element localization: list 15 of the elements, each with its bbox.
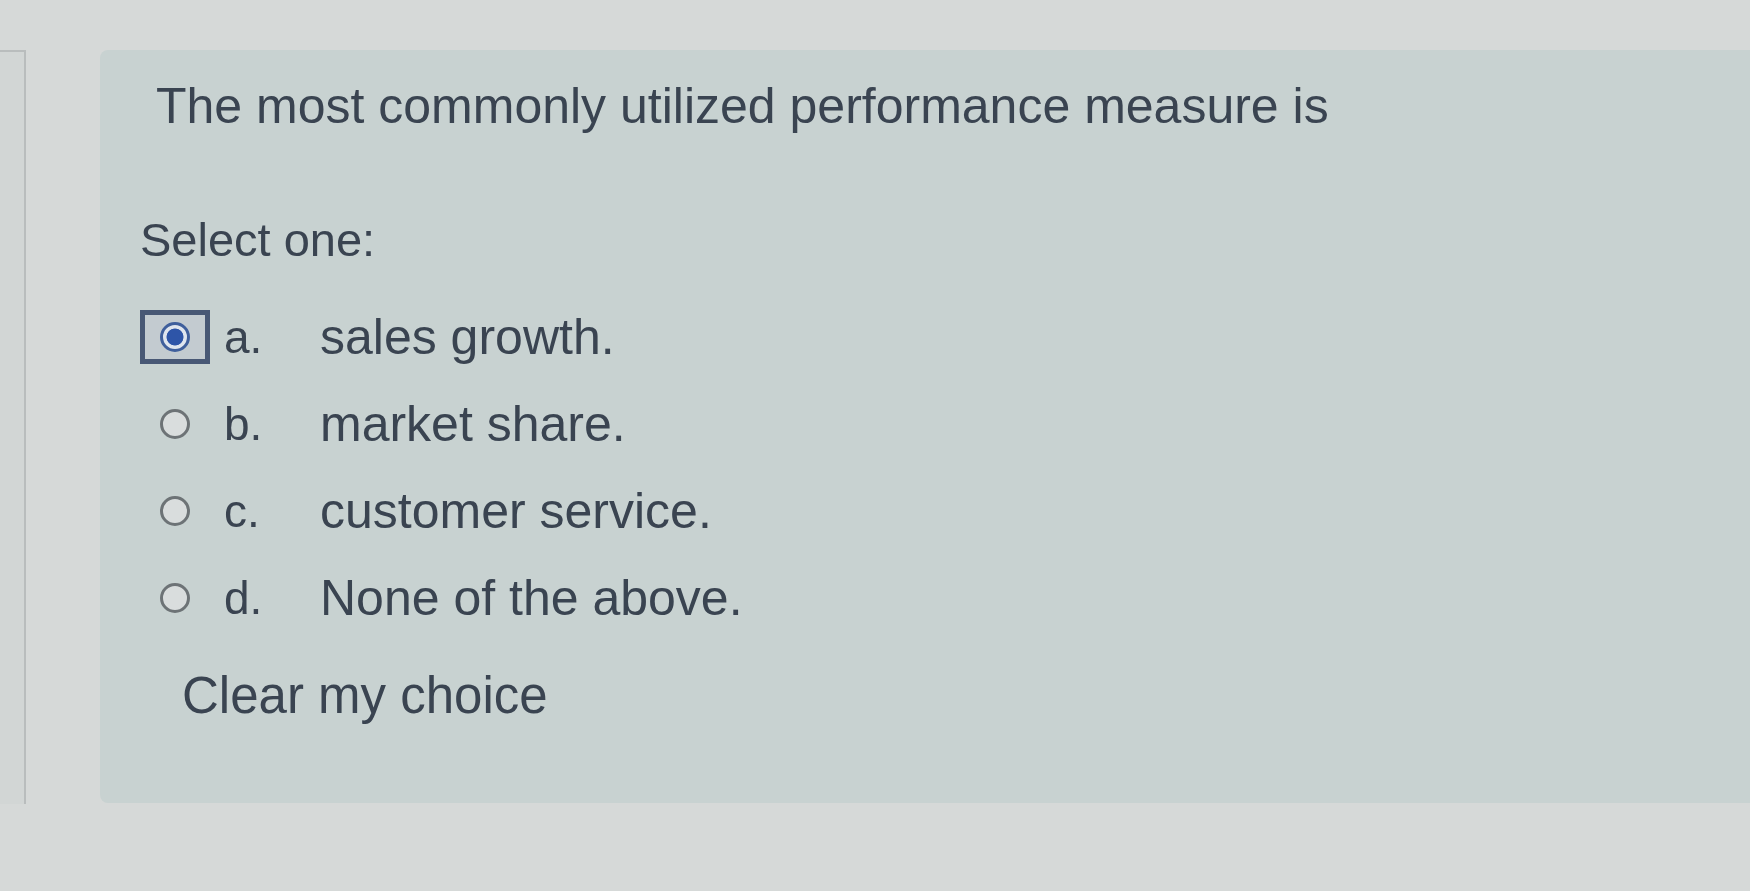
option-letter: a. xyxy=(224,310,264,365)
radio-button[interactable] xyxy=(160,322,190,352)
clear-choice-link[interactable]: Clear my choice xyxy=(182,666,548,726)
option-text[interactable]: sales growth. xyxy=(320,307,615,367)
option-text[interactable]: None of the above. xyxy=(320,568,743,628)
radio-button[interactable] xyxy=(160,496,190,526)
option-text[interactable]: market share. xyxy=(320,394,626,454)
radio-button[interactable] xyxy=(160,409,190,439)
option-letter: d. xyxy=(224,571,264,626)
option-letter: b. xyxy=(224,397,264,452)
option-letter: c. xyxy=(224,484,261,539)
question-text: The most commonly utilized performance measure is xyxy=(156,77,1330,136)
option-text[interactable]: customer service. xyxy=(320,481,712,541)
radio-button[interactable] xyxy=(160,583,190,613)
select-prompt: Select one: xyxy=(140,212,377,268)
